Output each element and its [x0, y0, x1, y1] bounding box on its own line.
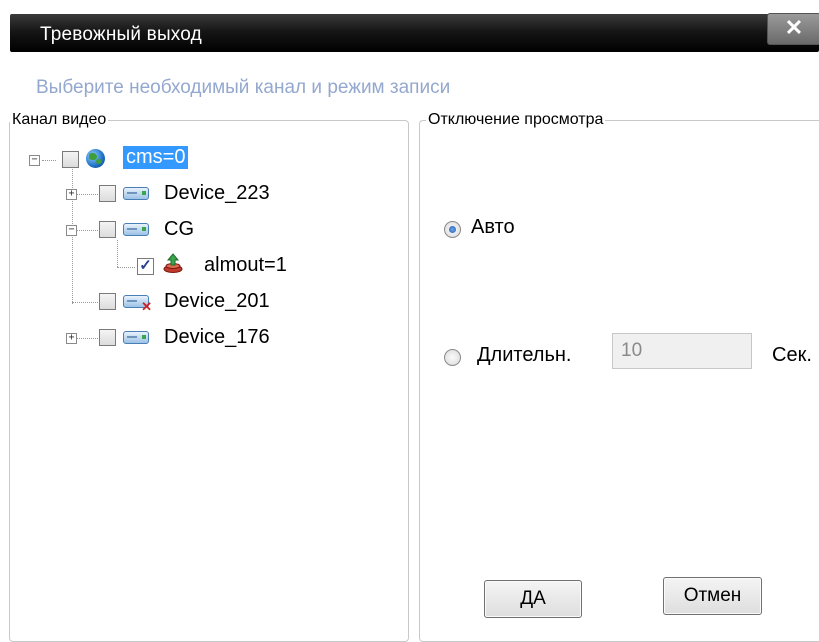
globe-icon [86, 149, 105, 168]
title-bar: Тревожный выход ✕ [0, 0, 819, 58]
node-checkbox[interactable] [99, 185, 116, 202]
tree-connector [42, 160, 56, 161]
cancel-button[interactable]: Отмен [663, 577, 762, 615]
view-off-group [419, 120, 819, 642]
node-checkbox-checked[interactable]: ✓ [137, 258, 154, 275]
node-checkbox[interactable] [99, 293, 116, 310]
node-checkbox[interactable] [62, 151, 79, 168]
device-icon [123, 187, 149, 200]
tree-node-label[interactable]: Device_201 [164, 290, 270, 313]
window-title: Тревожный выход [40, 24, 202, 45]
auto-label[interactable]: Авто [471, 216, 515, 239]
duration-input[interactable] [612, 333, 752, 369]
tree-node-label[interactable]: cms=0 [123, 146, 189, 169]
duration-label[interactable]: Длительн. [477, 344, 571, 367]
auto-radio[interactable] [444, 221, 461, 238]
expand-icon[interactable]: + [66, 189, 77, 200]
expand-icon[interactable]: + [66, 333, 77, 344]
tree-node-label[interactable]: Device_223 [164, 182, 270, 205]
collapse-icon[interactable]: − [29, 155, 40, 166]
view-off-legend: Отключение просмотра [426, 111, 606, 129]
video-channel-legend: Канал видео [10, 111, 109, 129]
collapse-icon[interactable]: − [66, 225, 77, 236]
tree-connector [72, 302, 98, 303]
ok-button[interactable]: ДА [484, 580, 582, 618]
tree-node-label[interactable]: almout=1 [204, 254, 287, 277]
device-icon [123, 331, 149, 344]
tree-node-label[interactable]: Device_176 [164, 326, 270, 349]
device-offline-icon: ✕ [123, 295, 152, 313]
close-button[interactable]: ✕ [767, 13, 819, 45]
alarm-output-icon [163, 253, 183, 273]
node-checkbox[interactable] [99, 329, 116, 346]
node-checkbox[interactable] [99, 221, 116, 238]
device-icon [123, 223, 149, 236]
tree-connector [117, 240, 118, 267]
duration-radio[interactable] [444, 349, 461, 366]
seconds-label: Сек. [772, 344, 812, 366]
instruction-text: Выберите необходимый канал и режим запис… [36, 77, 451, 98]
tree-connector [117, 267, 135, 268]
tree-node-label[interactable]: CG [164, 218, 194, 241]
